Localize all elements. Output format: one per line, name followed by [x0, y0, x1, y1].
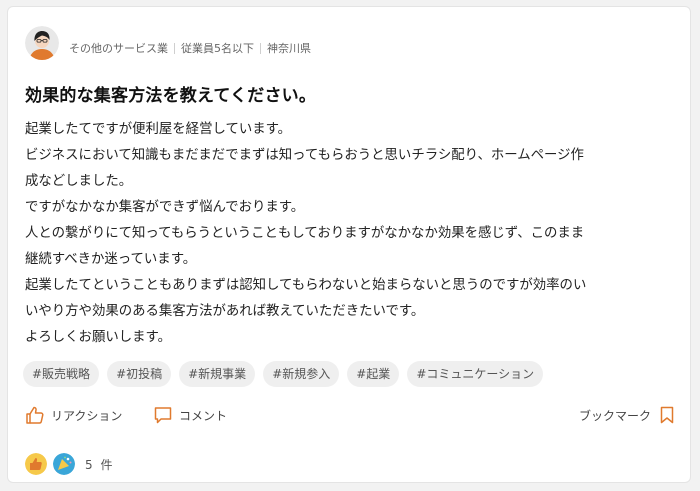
- meta-divider: [260, 42, 261, 54]
- post-body: 起業したてですが便利屋を経営しています。 ビジネスにおいて知識もまだまだでまずは…: [25, 117, 675, 351]
- bookmark-label: ブックマーク: [578, 408, 651, 423]
- tag-new-business[interactable]: #新規事業: [179, 361, 256, 387]
- comment-button[interactable]: コメント: [153, 405, 227, 425]
- post-body-line: よろしくお願いします。: [25, 330, 171, 345]
- thumbs-up-reaction-icon: [25, 453, 47, 475]
- person-avatar-icon: [25, 26, 59, 60]
- post-body-line: ビジネスにおいて知識もまだまだでまずは知ってもらおうと思いチラシ配り、ホームペー…: [25, 148, 584, 163]
- tag-new-entry[interactable]: #新規参入: [263, 361, 340, 387]
- reaction-summary[interactable]: 5 件: [25, 453, 114, 475]
- meta-divider: [174, 42, 175, 54]
- post-body-line: 継続すべきか迷っています。: [25, 252, 197, 267]
- post-body-line: 成などしました。: [25, 174, 133, 189]
- author-company-size: 従業員5名以下: [181, 42, 254, 55]
- post-body-line: いやり方や効果のある集客方法があれば教えていただきたいです。: [25, 304, 425, 319]
- comment-icon: [154, 407, 172, 424]
- post-body-line: 起業したてということもありまずは認知してもらわないと始まらないと思うのですが効率…: [25, 278, 587, 293]
- tag-communication[interactable]: #コミュニケーション: [407, 361, 544, 387]
- action-bar: リアクション コメント ブックマーク: [25, 405, 675, 429]
- post-body-line: 人との繋がりにて知ってもらうということもしておりますがなかなか効果を感じず、この…: [25, 226, 585, 241]
- bookmark-icon: [660, 406, 674, 424]
- reaction-button[interactable]: リアクション: [25, 405, 122, 425]
- tag-sales-strategy[interactable]: #販売戦略: [23, 361, 100, 387]
- avatar[interactable]: [25, 26, 59, 60]
- tag-list: #販売戦略 #初投稿 #新規事業 #新規参入 #起業 #コミュニケーション: [23, 361, 551, 387]
- bookmark-button[interactable]: ブックマーク: [579, 405, 675, 425]
- reaction-label: リアクション: [51, 408, 123, 423]
- author-industry: その他のサービス業: [69, 42, 168, 55]
- tag-first-post[interactable]: #初投稿: [107, 361, 172, 387]
- reaction-count: 5 件: [85, 457, 115, 472]
- thumbs-up-icon: [26, 406, 44, 424]
- author-meta: その他のサービス業 従業員5名以下 神奈川県: [69, 40, 311, 56]
- post-body-line: ですがなかなか集客ができず悩んでおります。: [25, 200, 305, 215]
- party-reaction-icon: [53, 453, 75, 475]
- post-header: その他のサービス業 従業員5名以下 神奈川県: [25, 26, 311, 60]
- post-card: その他のサービス業 従業員5名以下 神奈川県 効果的な集客方法を教えてください。…: [7, 6, 691, 483]
- post-body-line: 起業したてですが便利屋を経営しています。: [25, 122, 292, 137]
- tag-startup[interactable]: #起業: [347, 361, 400, 387]
- post-title: 効果的な集客方法を教えてください。: [25, 86, 317, 106]
- comment-label: コメント: [179, 408, 228, 423]
- author-region: 神奈川県: [267, 42, 311, 55]
